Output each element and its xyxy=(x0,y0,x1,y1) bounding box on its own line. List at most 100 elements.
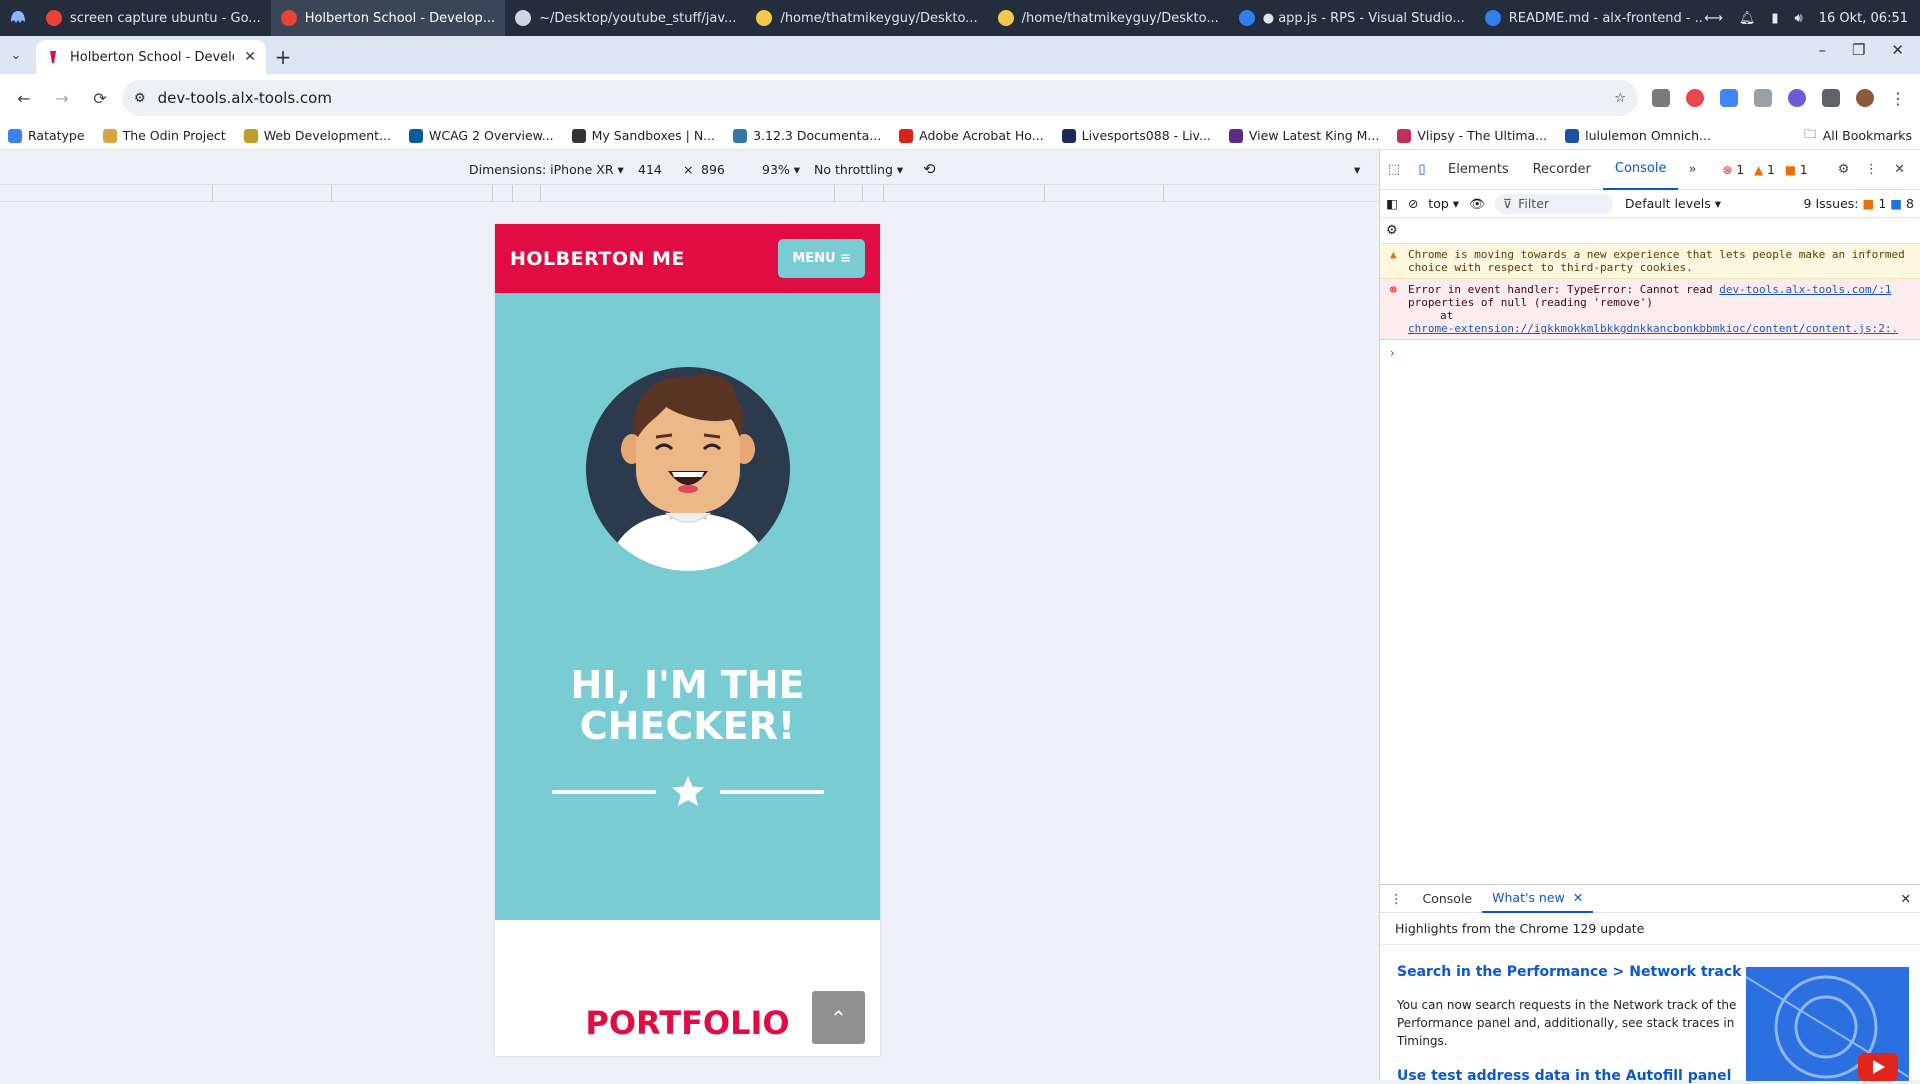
live-expression-eye-icon[interactable]: 👁︎ xyxy=(1469,196,1485,212)
console-filter-input[interactable]: ⊽ Filter xyxy=(1494,193,1613,214)
url-text[interactable]: dev-tools.alx-tools.com xyxy=(158,89,1603,107)
all-bookmarks-label: All Bookmarks xyxy=(1822,128,1912,143)
restore-icon[interactable]: ❐ xyxy=(1852,41,1865,59)
bookmark-label: The Odin Project xyxy=(122,128,226,143)
bookmark-4[interactable]: My Sandboxes | N... xyxy=(571,128,715,143)
taskbar-window-2[interactable]: ~/Desktop/youtube_stuff/jav... xyxy=(505,0,746,36)
kde-connect-icon[interactable]: ⟷ xyxy=(1704,11,1723,26)
reload-button[interactable]: ⟳ xyxy=(84,82,116,114)
zoom-select[interactable]: 93% ▾ xyxy=(762,162,800,177)
bookmark-label: Ratatype xyxy=(28,128,85,143)
close-whats-new-icon[interactable]: ✕ xyxy=(1573,890,1583,905)
new-tab-button[interactable]: + xyxy=(266,40,300,74)
devtools-menu-icon[interactable]: ⋮ xyxy=(1858,150,1886,190)
news-title-1[interactable]: Search in the Performance > Network trac… xyxy=(1397,964,1741,980)
device-toggle-icon[interactable]: ▯ xyxy=(1408,150,1436,190)
notifications-icon[interactable]: 🔔︎ xyxy=(1739,11,1756,26)
device-label: Dimensions: iPhone XR xyxy=(469,162,614,177)
all-bookmarks-button[interactable]: 🗀 All Bookmarks xyxy=(1804,125,1912,146)
drawer-tab-whats-new[interactable]: What's new ✕ xyxy=(1482,885,1594,913)
tab-holberton[interactable]: Holberton School - Developer ✕ xyxy=(36,40,266,74)
clear-console-icon[interactable]: ⊘ xyxy=(1408,196,1418,211)
extensions-puzzle-icon[interactable] xyxy=(1822,89,1840,107)
menu-button[interactable]: MENU ≡ xyxy=(778,239,865,278)
width-input[interactable]: 414 xyxy=(638,162,662,177)
bookmark-2[interactable]: Web Development... xyxy=(243,128,391,143)
warning-count-value: 1 xyxy=(1767,162,1775,177)
taskbar-window-0[interactable]: screen capture ubuntu - Go... xyxy=(36,0,271,36)
forward-button[interactable]: → xyxy=(46,82,78,114)
error-count-value: 1 xyxy=(1736,162,1745,177)
bookmark-6[interactable]: Adobe Acrobat Ho... xyxy=(899,128,1044,143)
warning-icon: ▲ xyxy=(1390,248,1397,261)
bookmark-3[interactable]: WCAG 2 Overview... xyxy=(409,128,554,143)
tab-recorder[interactable]: Recorder xyxy=(1521,150,1603,190)
more-tabs-icon[interactable]: » xyxy=(1678,150,1706,190)
sidebar-toggle-icon[interactable]: ◧ xyxy=(1386,196,1398,211)
device-options-icon[interactable]: ▾ xyxy=(1354,162,1360,177)
console-prompt[interactable]: › xyxy=(1380,340,1920,366)
bookmark-10[interactable]: lululemon Omnich... xyxy=(1565,128,1711,143)
news-video-thumbnail[interactable] xyxy=(1746,967,1909,1081)
scroll-to-top-button[interactable]: ⌃ xyxy=(812,991,865,1044)
drawer-menu-icon[interactable]: ⋮ xyxy=(1380,885,1413,913)
close-drawer-icon[interactable]: ✕ xyxy=(1901,891,1920,906)
site-logo[interactable]: HOLBERTON ME xyxy=(510,248,685,270)
log-levels-select[interactable]: Default levels ▾ xyxy=(1625,196,1721,211)
profile-avatar[interactable] xyxy=(1856,89,1874,107)
taskbar-window-3[interactable]: /home/thatmikeyguy/Deskto... xyxy=(746,0,987,36)
volume-icon[interactable]: 🔊︎ xyxy=(1795,11,1803,26)
omnibox[interactable]: ⚙︎ dev-tools.alx-tools.com ☆ xyxy=(122,80,1638,116)
close-tab-icon[interactable]: ✕ xyxy=(244,49,256,65)
close-devtools-icon[interactable]: ✕ xyxy=(1886,150,1914,190)
taskbar-window-6[interactable]: README.md - alx-frontend - ... xyxy=(1475,0,1704,36)
settings-gear-icon[interactable]: ⚙︎ xyxy=(1830,150,1858,190)
bookmark-5[interactable]: 3.12.3 Documenta... xyxy=(733,128,881,143)
video-thumbnail-art xyxy=(1746,975,1909,1081)
browser-menu-icon[interactable]: ⋮ xyxy=(1890,89,1906,108)
back-button[interactable]: ← xyxy=(8,82,40,114)
bookmark-1[interactable]: The Odin Project xyxy=(102,128,226,143)
taskbar-window-1[interactable]: Holberton School - Develop... xyxy=(270,0,506,36)
bookmark-9[interactable]: Vlipsy - The Ultima... xyxy=(1397,128,1547,143)
inspect-element-icon[interactable]: ⬚ xyxy=(1380,150,1408,190)
issues-button[interactable]: 9 Issues: ■ 1 ■ 8 xyxy=(1804,196,1914,211)
context-select[interactable]: top ▾ xyxy=(1428,196,1459,211)
clock[interactable]: 16 Okt, 06:51 xyxy=(1819,11,1908,26)
extension-bug-icon[interactable] xyxy=(1652,89,1670,107)
app-launcher-icon[interactable] xyxy=(0,0,36,36)
battery-icon[interactable]: ▮ xyxy=(1771,11,1778,26)
tab-title: Holberton School - Developer xyxy=(70,49,234,65)
media-query-ruler xyxy=(0,184,1378,202)
taskbar-window-4[interactable]: /home/thatmikeyguy/Deskto... xyxy=(988,0,1229,36)
hero-section: HI, I'M THE CHECKER! xyxy=(495,293,880,920)
throttling-select[interactable]: No throttling ▾ xyxy=(814,162,903,177)
extension-camera-icon[interactable] xyxy=(1754,89,1772,107)
taskbar-window-5[interactable]: ● app.js - RPS - Visual Studio... xyxy=(1229,0,1475,36)
bookmark-label: WCAG 2 Overview... xyxy=(429,128,554,143)
close-window-icon[interactable]: ✕ xyxy=(1891,41,1904,59)
height-input[interactable]: 896 xyxy=(701,162,725,177)
bookmark-star-icon[interactable]: ☆ xyxy=(1614,91,1626,106)
tab-search-icon[interactable]: ⌄ xyxy=(0,36,32,74)
bookmark-favicon-icon xyxy=(409,128,423,143)
bookmark-0[interactable]: Ratatype xyxy=(8,128,85,143)
console-settings-icon[interactable]: ⚙︎ xyxy=(1386,223,1398,238)
bookmark-7[interactable]: Livesports088 - Liv... xyxy=(1061,128,1211,143)
device-select[interactable]: Dimensions: iPhone XR ▾ xyxy=(469,162,624,177)
info-count-value: 1 xyxy=(1799,162,1808,177)
minimize-icon[interactable]: – xyxy=(1818,41,1826,59)
message-counts[interactable]: ⊗ 1 ▲ 1 ■ 1 xyxy=(1722,163,1807,177)
tab-elements[interactable]: Elements xyxy=(1436,150,1521,190)
site-info-icon[interactable]: ⚙︎ xyxy=(134,91,146,106)
drawer-tab-console[interactable]: Console xyxy=(1413,885,1483,913)
error-stack-link[interactable]: chrome-extension://igkkmokkmlbkkgdnkkanc… xyxy=(1408,322,1898,335)
tab-console[interactable]: Console xyxy=(1602,150,1679,190)
error-source-link[interactable]: dev-tools.alx-tools.com/:1 xyxy=(1719,283,1891,296)
rotate-icon[interactable]: ⟲ xyxy=(923,160,936,178)
extension-translate-icon[interactable] xyxy=(1720,89,1738,107)
bookmark-8[interactable]: View Latest King M... xyxy=(1228,128,1379,143)
extension-color-icon[interactable] xyxy=(1686,89,1704,107)
extension-snowflake-icon[interactable] xyxy=(1788,89,1806,107)
news-title-2[interactable]: Use test address data in the Autofill pa… xyxy=(1397,1068,1731,1084)
